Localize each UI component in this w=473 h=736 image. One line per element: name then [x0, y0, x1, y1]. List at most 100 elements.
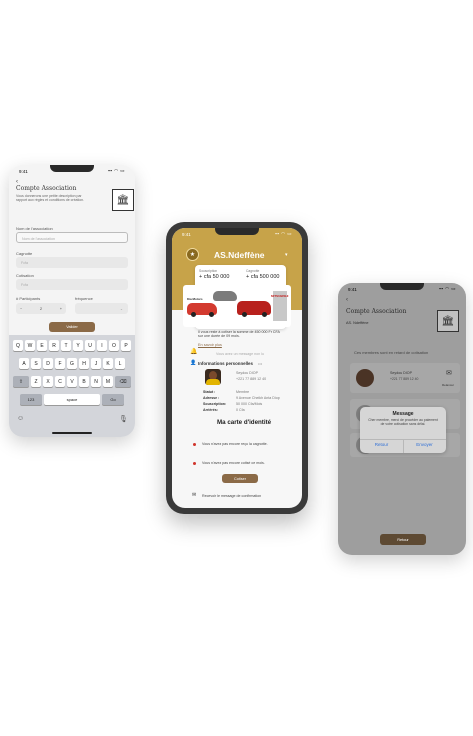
key-y[interactable]: Y	[73, 340, 83, 351]
key-l[interactable]: L	[115, 358, 125, 369]
grey-car-image	[213, 291, 237, 301]
dialog-send-button[interactable]: Envoyer	[403, 442, 446, 447]
key-z[interactable]: Z	[31, 376, 41, 387]
backspace-icon[interactable]: ⌫	[115, 376, 131, 387]
key-o[interactable]: O	[109, 340, 119, 351]
key-numbers[interactable]: 123	[20, 394, 42, 405]
key-x[interactable]: X	[43, 376, 53, 387]
relancer-label[interactable]: Relancer	[442, 383, 454, 387]
cotiser-button[interactable]: Cotiser	[222, 474, 258, 483]
key-go[interactable]: Go	[102, 394, 124, 405]
alert-cagnotte: Vous n'avez pas encore reçu la cagnotte.	[202, 442, 268, 446]
association-building-icon: 🏛	[112, 189, 134, 211]
association-name: AS.Ndeffène	[214, 250, 265, 260]
dialog-message: Cher membre, merci de procéder au paieme…	[368, 418, 438, 426]
adresse-value: 9 Avenue Cheikh Anta Diop	[236, 396, 280, 400]
key-c[interactable]: C	[55, 376, 65, 387]
signal-icon: ▪▪ ◠ ▭	[439, 286, 456, 291]
mail-icon: ✉	[192, 492, 197, 498]
key-t[interactable]: T	[61, 340, 71, 351]
key-d[interactable]: D	[43, 358, 53, 369]
mail-icon[interactable]: ✉	[446, 369, 452, 377]
keyboard-row-3: ⇧ Z X C V B N M ⌫	[9, 376, 135, 387]
frequence-select[interactable]: ⌄	[75, 303, 128, 314]
key-u[interactable]: U	[85, 340, 95, 351]
key-s[interactable]: S	[31, 358, 41, 369]
alert-cotisation: Vous n'avez pas encore cotisé ce mois.	[202, 461, 265, 465]
user-icon: 👤	[190, 360, 197, 366]
cotisation-input[interactable]: Fcfa	[16, 279, 128, 290]
arrieres-value: 0 Cfa	[236, 408, 245, 412]
key-k[interactable]: K	[103, 358, 113, 369]
statut-value: Membre	[236, 390, 250, 394]
key-q[interactable]: Q	[13, 340, 23, 351]
late-members-hint: Ces membres sont en retard de cotisation	[354, 350, 429, 355]
key-e[interactable]: E	[37, 340, 47, 351]
member-avatar	[205, 369, 221, 385]
personal-info-title: Informations personnelles	[198, 361, 253, 366]
stepper-plus-icon[interactable]: +	[60, 307, 62, 311]
cagnotte-label: Cagnotte	[246, 269, 260, 273]
cagnotte-input[interactable]: Fcfa	[16, 257, 128, 268]
key-j[interactable]: J	[91, 358, 101, 369]
key-g[interactable]: G	[67, 358, 77, 369]
participants-stepper[interactable]: − 2 +	[16, 303, 66, 314]
notification-text[interactable]: Vous avez un message non lu	[216, 352, 264, 356]
key-i[interactable]: I	[97, 340, 107, 351]
key-w[interactable]: W	[25, 340, 35, 351]
bell-icon[interactable]: 🔔	[190, 348, 197, 355]
microphone-icon[interactable]: 🎙	[119, 415, 128, 423]
souscription-label: Souscription	[199, 269, 218, 273]
cagnotte-label: Cagnotte	[16, 251, 33, 256]
retour-button[interactable]: Retour	[380, 534, 426, 545]
member-phone: +221 77 889 12 40	[236, 377, 267, 381]
arrieres-label: Arriérés:	[203, 408, 218, 412]
alert-dot	[193, 443, 196, 446]
id-card-title[interactable]: Ma carte d'identité	[217, 419, 271, 426]
keyboard-row-1: Q W E R T Y U I O P	[9, 340, 135, 351]
cotisation-label: Cotisation	[16, 273, 34, 278]
key-f[interactable]: F	[55, 358, 65, 369]
car-wheel	[209, 312, 214, 317]
create-association-screen: 9:41 ▪▪ ◠ ▭ ‹ Compte Association Vous do…	[9, 165, 135, 437]
association-building-icon: 🏛	[437, 310, 459, 332]
key-m[interactable]: M	[103, 376, 113, 387]
ad-brand-kia: Kia Motors	[187, 297, 203, 301]
souscription-row-value: 50 000 Cfa/Mois	[236, 402, 263, 406]
chevron-down-icon: ⌄	[119, 306, 123, 311]
status-time: 9:41	[19, 168, 28, 174]
key-p[interactable]: P	[121, 340, 131, 351]
car-wheel	[262, 312, 267, 317]
name-label: Nom de l'association	[16, 226, 53, 231]
key-h[interactable]: H	[79, 358, 89, 369]
souscription-row-label: Souscription:	[203, 402, 227, 406]
stepper-minus-icon[interactable]: −	[20, 307, 22, 311]
key-b[interactable]: B	[79, 376, 89, 387]
see-more-link[interactable]: En savoir plus	[198, 343, 222, 347]
car-advertisement-banner[interactable]: Kia Motors MITSUBISHI	[183, 285, 291, 327]
participants-label: # Participants	[16, 296, 41, 301]
member-avatar	[356, 369, 374, 387]
on-screen-keyboard: Q W E R T Y U I O P A S D F G H J K L ⇧ …	[9, 335, 135, 437]
emoji-icon[interactable]: ☺	[17, 415, 24, 422]
validate-button[interactable]: Valider	[49, 322, 95, 332]
key-v[interactable]: V	[67, 376, 77, 387]
dialog-cancel-button[interactable]: Retour	[360, 442, 403, 447]
key-a[interactable]: A	[19, 358, 29, 369]
statut-label: Statut :	[203, 390, 216, 394]
shift-icon[interactable]: ⇧	[13, 376, 29, 387]
key-r[interactable]: R	[49, 340, 59, 351]
key-space[interactable]: space	[44, 394, 100, 405]
frequence-label: fréquence	[75, 296, 93, 301]
chevron-down-icon[interactable]: ▾	[285, 252, 288, 258]
key-n[interactable]: N	[91, 376, 101, 387]
status-bar: 9:41 ▪▪ ◠ ▭	[182, 230, 292, 238]
souscription-value: + cfa 50 000	[199, 274, 230, 280]
confirmation-footer[interactable]: Recevoir le message de confirmation	[202, 494, 261, 498]
remaining-amount-text: Il vous reste à cotiser la somme de 450 …	[198, 330, 280, 339]
message-dialog: Message Cher membre, merci de procéder a…	[360, 407, 446, 453]
more-options-icon[interactable]: •••	[258, 361, 262, 366]
ad-brand-mitsubishi: MITSUBISHI	[271, 294, 289, 298]
back-arrow-icon[interactable]: ‹	[346, 297, 348, 303]
association-name-input[interactable]: Nom de l'association	[16, 232, 128, 243]
